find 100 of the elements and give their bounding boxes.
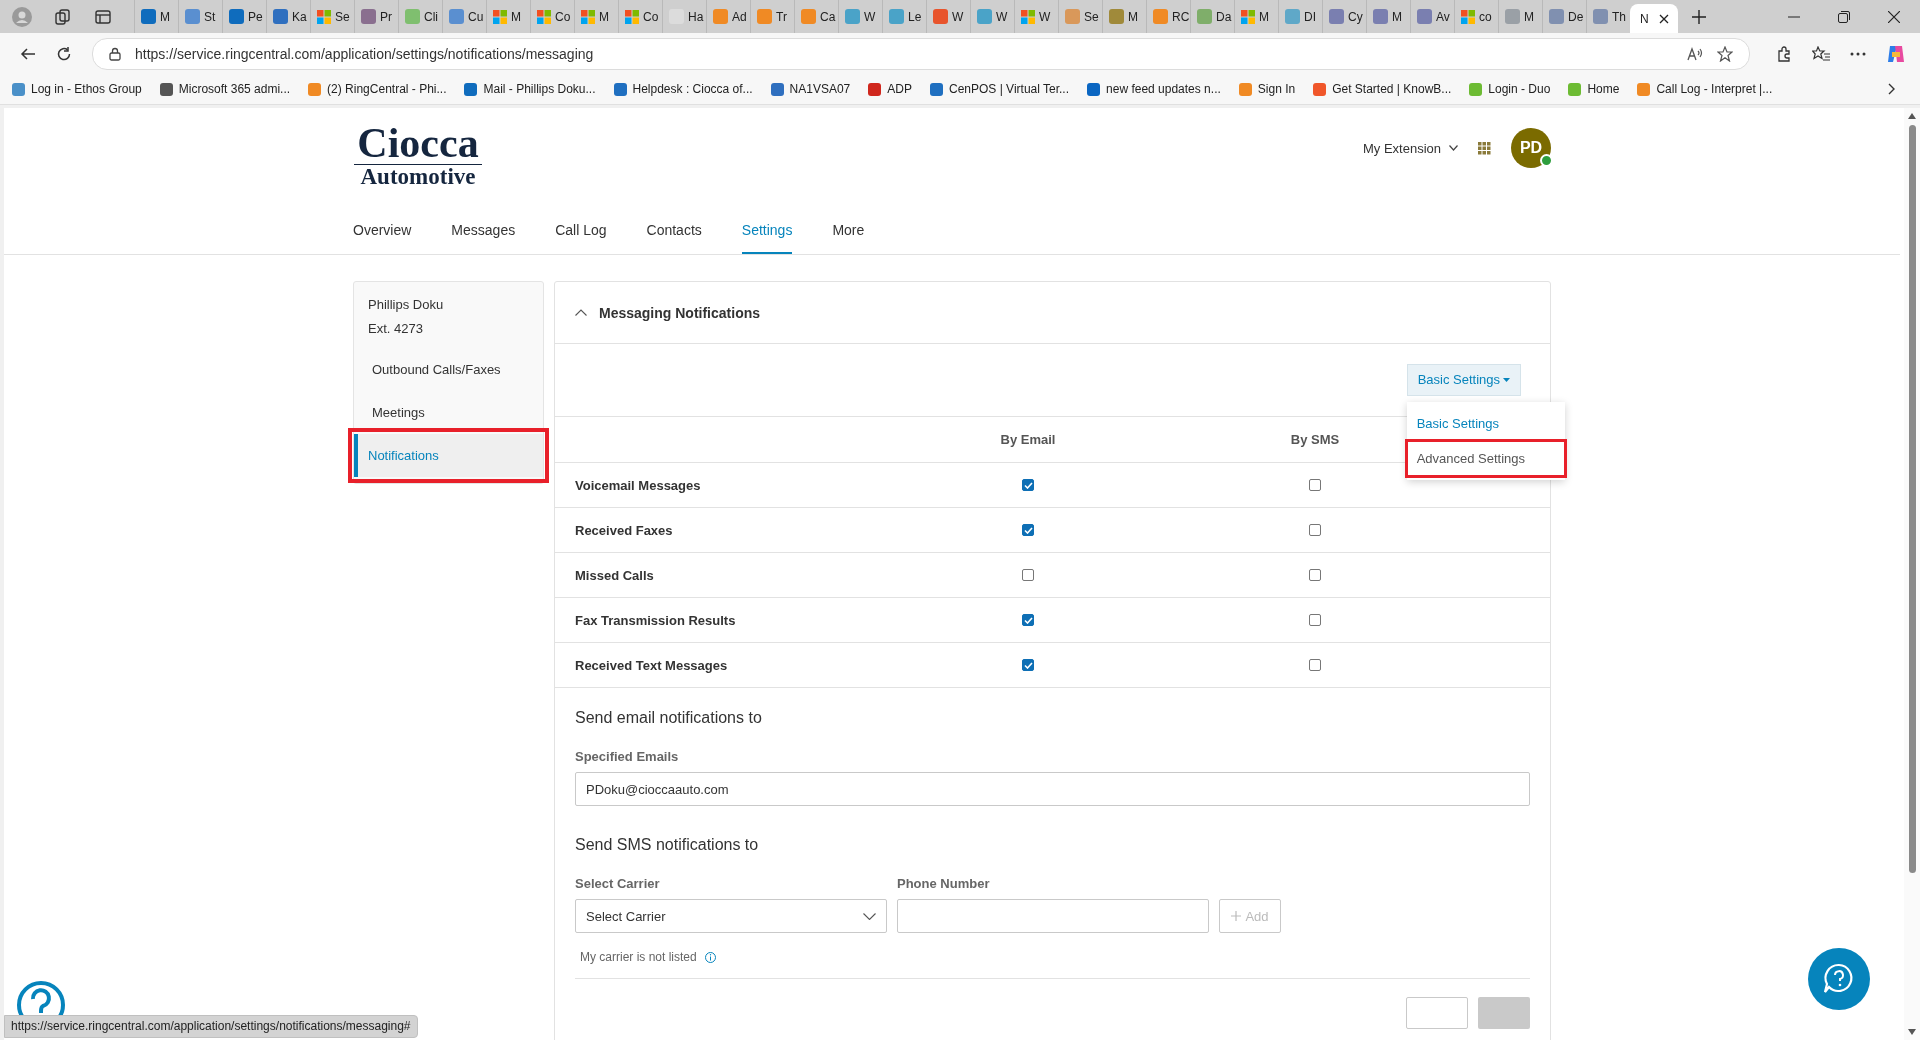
close-icon[interactable]: [1658, 13, 1669, 24]
phone-number-field[interactable]: [897, 899, 1209, 933]
site-icon: [1549, 9, 1564, 24]
bookmark[interactable]: (2) RingCentral - Phi...: [308, 82, 447, 96]
bookmark[interactable]: Login - Duo: [1469, 82, 1551, 96]
site-icon: [1637, 82, 1651, 96]
extension-menu[interactable]: My Extension: [1362, 140, 1458, 156]
tiles-icon: [493, 9, 507, 24]
row-label: Voicemail Messages: [574, 477, 702, 493]
user-name: Phillips Doku: [368, 297, 445, 312]
extensions-icon[interactable]: [1776, 45, 1792, 62]
site-icon: [1469, 82, 1483, 96]
site-icon: [933, 9, 948, 24]
site-icon: [273, 9, 288, 24]
field-label: Select Carrier: [575, 876, 661, 891]
checkbox[interactable]: [1309, 524, 1321, 536]
restore-icon[interactable]: [1838, 10, 1850, 23]
bookmark[interactable]: ADP: [868, 82, 912, 96]
checkbox[interactable]: [1309, 659, 1321, 671]
bookmark[interactable]: Helpdesk : Ciocca of...: [613, 82, 753, 96]
nav-tab[interactable]: Contacts: [646, 212, 702, 254]
info-icon[interactable]: [704, 951, 716, 963]
row-label: Received Faxes: [574, 522, 674, 538]
checkbox[interactable]: [1309, 479, 1321, 491]
status-url-tooltip: https://service.ringcentral.com/application/settings/notifications/messaging#: [4, 1015, 418, 1038]
sidebar-item[interactable]: Meetings: [354, 391, 543, 434]
site-icon: [1373, 9, 1388, 24]
chevron-right-icon[interactable]: [1888, 83, 1896, 95]
close-icon[interactable]: [1888, 10, 1900, 23]
checkbox[interactable]: [1022, 569, 1034, 581]
site-icon: [713, 9, 728, 24]
favorites-icon[interactable]: [1812, 45, 1830, 62]
chevron-down-icon: [1449, 145, 1458, 151]
row-label: Fax Transmission Results: [574, 612, 737, 628]
back-icon[interactable]: [20, 45, 36, 62]
chevron-up-icon[interactable]: [575, 309, 587, 316]
checkbox[interactable]: [1309, 569, 1321, 581]
tab-actions-icon[interactable]: [94, 7, 112, 26]
tiles-icon: [625, 9, 639, 24]
bookmark[interactable]: Call Log - Interpret |...: [1637, 82, 1773, 96]
site-icon: [1153, 9, 1168, 24]
menu-option[interactable]: Basic Settings: [1406, 406, 1565, 441]
nav-tab[interactable]: More: [832, 212, 865, 254]
address-bar[interactable]: https://service.ringcentral.com/application/settings/notifications/messaging: [92, 37, 1750, 70]
site-icon: [1087, 82, 1101, 96]
bookmark[interactable]: Microsoft 365 admi...: [159, 82, 291, 96]
site-icon: [159, 82, 173, 96]
menu-option[interactable]: Advanced Settings: [1406, 441, 1565, 476]
tiles-icon: [581, 9, 595, 24]
carrier-select[interactable]: Select Carrier: [575, 899, 887, 933]
apps-grid-icon[interactable]: [1478, 141, 1491, 155]
scrollbar[interactable]: [1904, 108, 1920, 1040]
nav-tab[interactable]: Overview: [353, 212, 412, 254]
site-icon: [1285, 9, 1300, 24]
copilot-icon[interactable]: [1886, 43, 1906, 64]
checkbox[interactable]: [1022, 479, 1034, 491]
star-icon[interactable]: [1717, 45, 1733, 62]
avatar[interactable]: PD: [1511, 128, 1551, 168]
nav-tab[interactable]: Settings: [741, 212, 793, 254]
checkbox[interactable]: [1022, 659, 1034, 671]
more-icon[interactable]: [1850, 51, 1866, 56]
refresh-icon[interactable]: [56, 45, 72, 62]
checkbox[interactable]: [1309, 614, 1321, 626]
sidebar-item[interactable]: Outbound Calls/Faxes: [354, 348, 543, 391]
checkbox[interactable]: [1022, 524, 1034, 536]
bookmark[interactable]: Log in - Ethos Group: [12, 82, 142, 96]
field-label: Phone Number: [897, 876, 991, 891]
bookmark[interactable]: Get Started | KnowB...: [1313, 82, 1452, 96]
settings-dropdown[interactable]: Basic Settings: [1406, 364, 1521, 396]
read-aloud-icon[interactable]: [1687, 45, 1703, 62]
site-icon: [1505, 9, 1520, 24]
browser-tab[interactable]: N: [1630, 4, 1678, 33]
bookmark[interactable]: Sign In: [1238, 82, 1296, 96]
scroll-up-icon[interactable]: [1908, 113, 1916, 119]
site-icon: [405, 9, 420, 24]
field-label: Specified Emails: [575, 749, 680, 764]
site-icon: [977, 9, 992, 24]
row-label: Received Text Messages: [574, 657, 729, 673]
site-icon: [1065, 9, 1080, 24]
site-icon: [801, 9, 816, 24]
chat-help-icon[interactable]: [1808, 948, 1870, 1010]
checkbox[interactable]: [1022, 614, 1034, 626]
site-icon: [449, 9, 464, 24]
site-icon: [889, 9, 904, 24]
carrier-not-listed-link[interactable]: My carrier is not listed: [580, 950, 697, 964]
email-field[interactable]: PDoku@cioccaauto.com: [575, 772, 1530, 806]
tiles-icon: [1241, 9, 1255, 24]
workspaces-icon[interactable]: [54, 7, 72, 26]
new-tab-icon[interactable]: [1692, 9, 1706, 24]
site-icon: [12, 82, 25, 96]
scroll-down-icon[interactable]: [1908, 1029, 1916, 1035]
bookmark[interactable]: CenPOS | Virtual Ter...: [929, 82, 1070, 96]
nav-tab[interactable]: Call Log: [555, 212, 607, 254]
site-icon: [1593, 9, 1608, 24]
bookmark[interactable]: Home: [1568, 82, 1620, 96]
site-icon: [229, 9, 244, 24]
bookmark[interactable]: new feed updates n...: [1087, 82, 1221, 96]
bookmark[interactable]: NA1VSA07: [770, 82, 851, 96]
nav-tab[interactable]: Messages: [451, 212, 516, 254]
bookmark[interactable]: Mail - Phillips Doku...: [464, 82, 596, 96]
